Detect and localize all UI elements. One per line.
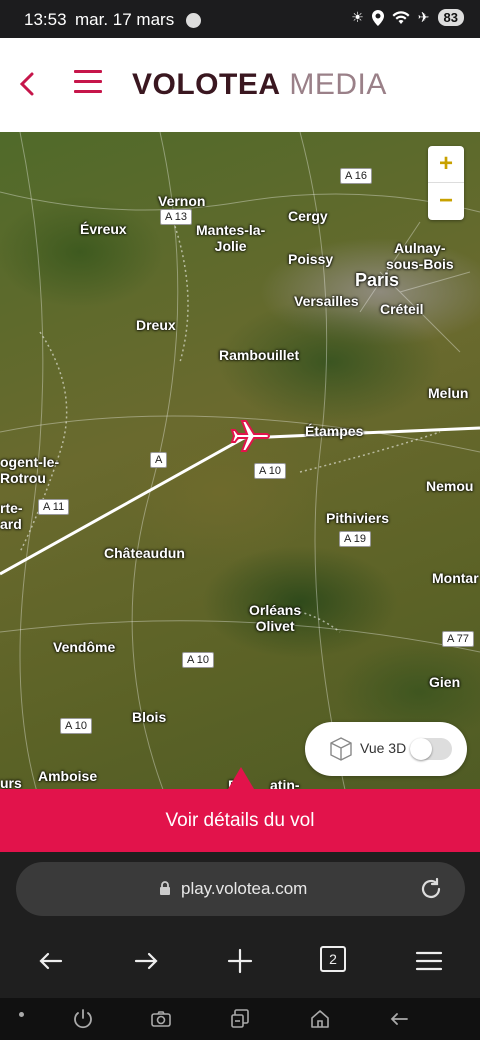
volotea-media-logo: VOLOTEA MEDIA [132, 68, 387, 102]
airplane-icon [230, 420, 270, 452]
status-date: mar. 17 mars [75, 10, 175, 29]
road-shield-a11: A 11 [38, 499, 70, 515]
road-shield-a10: A 10 [60, 718, 93, 734]
road-shield-a16: A 16 [340, 168, 373, 184]
logo-suffix: MEDIA [289, 68, 387, 101]
zoom-out-button[interactable]: − [428, 183, 464, 219]
place-etampes: Étampes [305, 423, 364, 439]
place-pithiviers: Pithiviers [326, 510, 390, 526]
lock-icon [160, 881, 170, 895]
place-poissy: Poissy [288, 251, 334, 267]
place-paris: Paris [355, 270, 400, 290]
forward-icon[interactable] [131, 946, 161, 976]
status-bar: 13:53 mar. 17 mars ☀ ✈ 83 [0, 0, 480, 38]
power-icon[interactable] [72, 1008, 94, 1030]
place-vendome: Vendôme [53, 639, 116, 655]
back-arrow-icon[interactable] [14, 66, 44, 102]
road-shield-a10: A [150, 452, 168, 468]
system-nav-bar [0, 998, 480, 1040]
place-melun: Melun [428, 385, 469, 401]
place-dreux: Dreux [136, 317, 176, 333]
vue-3d-toggle[interactable] [410, 738, 452, 760]
place-orleans: Orléans Olivet [249, 602, 302, 634]
zoom-control: + − [428, 146, 464, 220]
brightness-icon: ☀ [351, 9, 364, 25]
road-shield-a13: A 13 [160, 209, 193, 225]
cube-icon [330, 737, 352, 761]
wifi-icon [392, 10, 410, 24]
home-icon[interactable] [309, 1008, 331, 1030]
place-amboise: Amboise [38, 768, 98, 784]
status-time: 13:53 [24, 10, 67, 29]
notification-icon [186, 13, 201, 28]
browser-toolbar: play.volotea.com 2 [0, 852, 480, 998]
new-tab-icon[interactable] [225, 946, 255, 976]
flight-map[interactable]: Vernon Évreux Mantes-la- Jolie Cergy Aul… [0, 132, 480, 852]
cta-notch [228, 767, 254, 789]
place-aulnay: Aulnay- sous-Bois [386, 240, 454, 272]
url-text: play.volotea.com [181, 879, 308, 898]
road-shield-a10: A 10 [182, 652, 215, 668]
place-nogent: ogent-le- Rotrou [0, 454, 60, 486]
place-nemours: Nemou [426, 478, 474, 494]
road-shield-a19: A 19 [339, 531, 372, 547]
place-gien: Gien [429, 674, 461, 690]
vue-3d-control[interactable]: Vue 3D [305, 722, 467, 776]
place-chateaudun: Châteaudun [104, 545, 185, 561]
tab-count: 2 [320, 946, 346, 972]
battery-indicator: 83 [437, 9, 464, 26]
location-icon [371, 9, 384, 26]
back-icon[interactable] [36, 946, 66, 976]
place-vernon: Vernon [158, 193, 206, 209]
vue-3d-label: Vue 3D [360, 740, 407, 756]
flight-details-button[interactable]: Voir détails du vol [0, 789, 480, 852]
screenshot-icon[interactable] [229, 1008, 251, 1030]
reload-icon[interactable] [418, 876, 444, 902]
toggle-knob [410, 738, 432, 760]
address-bar[interactable]: play.volotea.com [16, 862, 465, 916]
place-rambouillet: Rambouillet [219, 347, 300, 363]
place-montargis: Montar [432, 570, 479, 586]
road-shield-a77: A 77 [442, 631, 475, 647]
browser-nav-row: 2 [0, 938, 480, 984]
place-cergy: Cergy [288, 208, 328, 224]
browser-menu-icon[interactable] [414, 946, 444, 976]
logo-brand: VOLOTEA [132, 68, 281, 101]
tab-switcher-button[interactable]: 2 [320, 946, 350, 976]
nav-dot-icon [19, 1012, 24, 1017]
place-creteil: Créteil [380, 301, 424, 317]
system-back-icon[interactable] [388, 1008, 410, 1030]
place-blois: Blois [132, 709, 167, 725]
status-icons: ☀ ✈ 83 [351, 9, 464, 26]
airplane-mode-icon: ✈ [417, 9, 430, 25]
app-header: VOLOTEA MEDIA [0, 38, 480, 132]
road-shield-a10: A 10 [254, 463, 287, 479]
zoom-in-button[interactable]: + [428, 146, 464, 182]
hamburger-menu-icon[interactable] [74, 70, 102, 94]
place-mantes: Mantes-la- Jolie [196, 222, 266, 254]
camera-icon[interactable] [150, 1008, 172, 1030]
place-versailles: Versailles [294, 293, 359, 309]
place-evreux: Évreux [80, 221, 127, 237]
place-ferte: rte- ard [0, 500, 23, 532]
